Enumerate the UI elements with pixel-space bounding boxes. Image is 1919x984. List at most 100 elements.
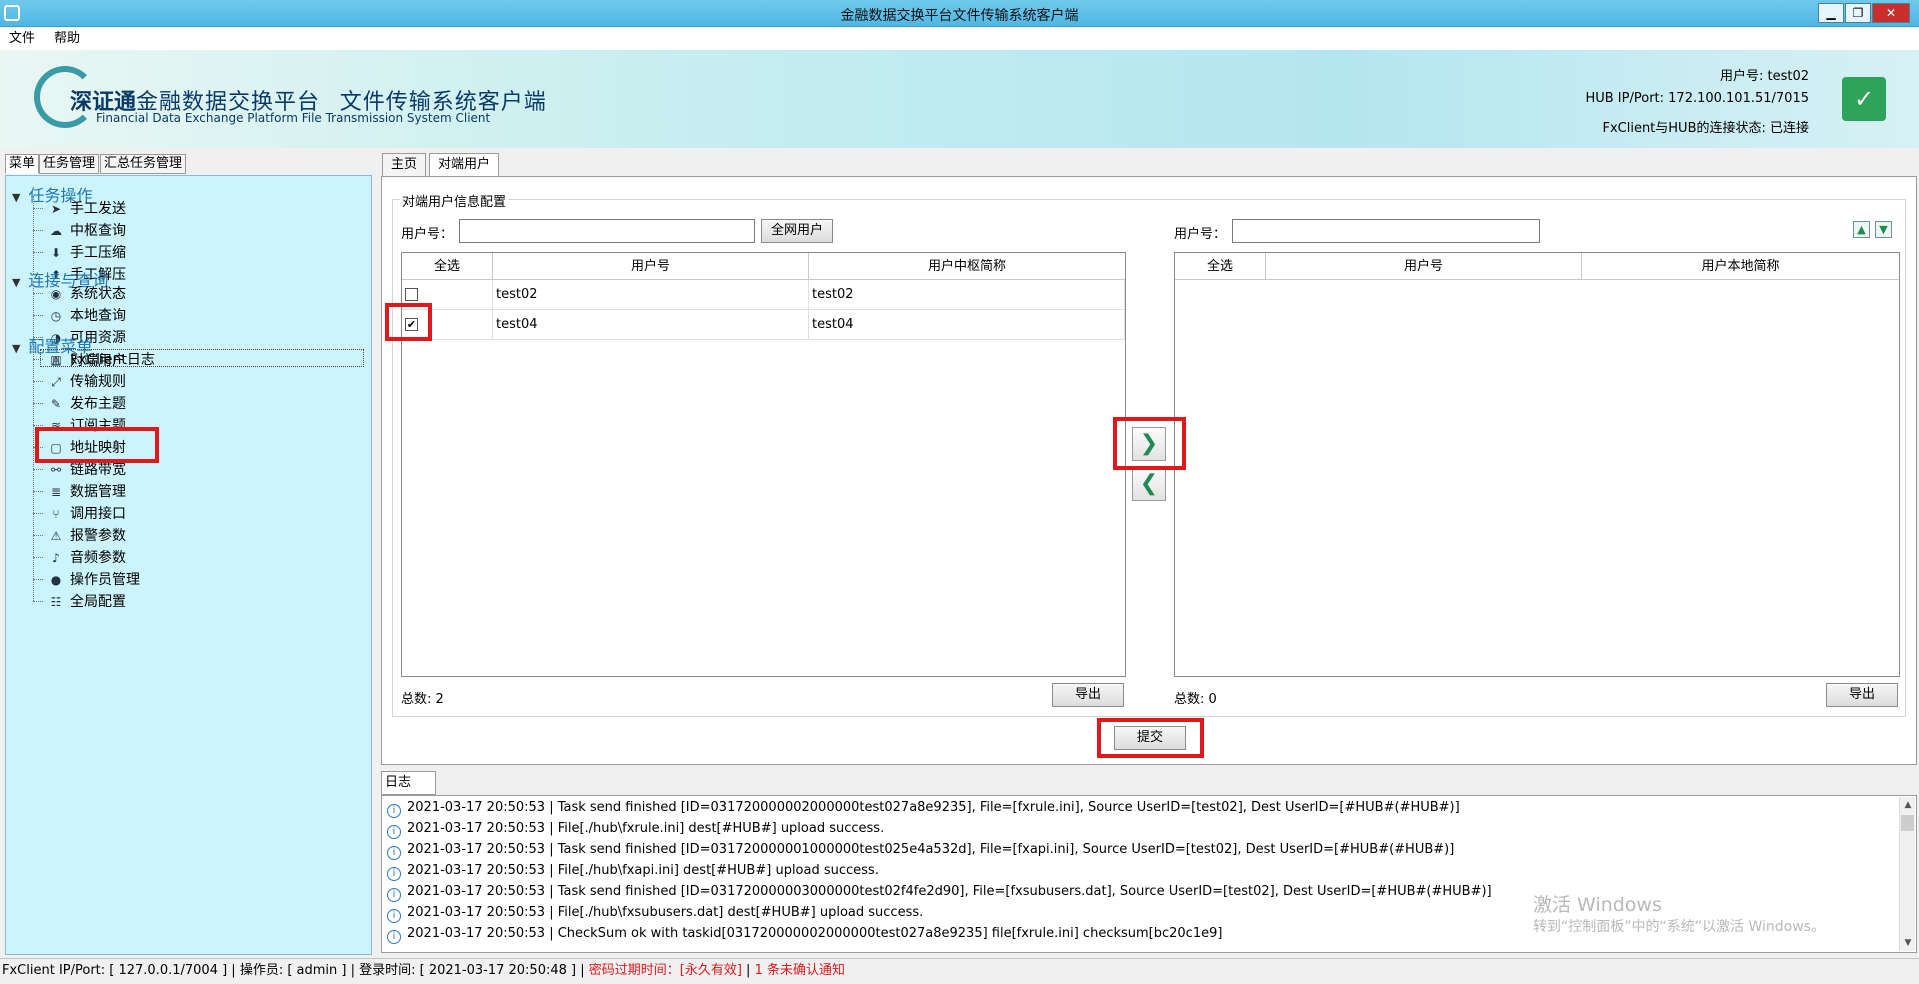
tree-item[interactable]: ♙ 对端用户 [40, 349, 364, 369]
left-col-user-id[interactable]: 用户号 [493, 253, 809, 280]
status-bar: FxClient IP/Port: [ 127.0.0.1/7004 ] | 操… [0, 958, 1919, 984]
row-checkbox[interactable] [405, 288, 418, 301]
scroll-up-arrow-icon[interactable]: ▲ [1900, 797, 1916, 813]
tree-connector [33, 557, 43, 558]
right-col-select-all[interactable]: 全选 [1175, 253, 1266, 280]
tree-item[interactable]: ⬇ 手工压缩 [48, 242, 126, 261]
header-hub: HUB IP/Port: 172.100.101.51/7015 [1585, 91, 1809, 106]
tree-connector [33, 252, 43, 253]
peer-user-panel: 对端用户信息配置 用户号： 全网用户 全选 用户号 用户中枢简称 test02 t… [381, 176, 1917, 765]
tree-connector [33, 315, 43, 316]
move-left-button[interactable]: ❮ [1132, 467, 1166, 501]
collapse-triangle-icon[interactable]: ▼ [12, 342, 20, 355]
status-notice[interactable]: 1 条未确认通知 [755, 963, 845, 978]
activation-watermark-title: 激活 Windows [1533, 894, 1662, 916]
sort-down-button[interactable]: ▼ [1875, 221, 1892, 238]
tree-item[interactable]: ● 操作员管理 [48, 569, 140, 588]
window-title: 金融数据交换平台文件传输系统客户端 [840, 8, 1079, 24]
tree-item[interactable]: ➤ 手工发送 [48, 198, 126, 217]
menu-help[interactable]: 帮助 [54, 28, 80, 50]
right-col-local-abbr[interactable]: 用户本地简称 [1582, 253, 1899, 280]
tab-home[interactable]: 主页 [382, 153, 427, 177]
left-user-grid: 全选 用户号 用户中枢简称 test02 test02 ✔ test04 test04 [401, 252, 1126, 677]
tree-item-label: 数据管理 [70, 484, 126, 500]
tree-item-label: 系统状态 [70, 286, 126, 302]
row-hub-abbr[interactable]: test02 [809, 280, 1125, 310]
log-scrollbar[interactable]: ▲ ▼ [1899, 797, 1915, 951]
tree-item[interactable]: ☷ 全局配置 [48, 591, 126, 610]
row-user-id[interactable]: test04 [493, 310, 809, 340]
tree-item[interactable]: ✎ 发布主题 [48, 393, 126, 412]
log-entry[interactable]: i 2021-03-17 20:50:53 | CheckSum ok with … [387, 924, 1222, 944]
row-hub-abbr[interactable]: test04 [809, 310, 1125, 340]
edit-icon: ✎ [50, 397, 62, 411]
tree-item[interactable]: ⚠ 报警参数 [48, 525, 126, 544]
left-col-hub-abbr[interactable]: 用户中枢简称 [809, 253, 1125, 280]
audio-icon: ♪ [52, 551, 60, 565]
collapse-triangle-icon[interactable]: ▼ [12, 276, 20, 289]
tree-item[interactable]: ♪ 音频参数 [48, 547, 126, 566]
tree-item[interactable]: ≣ 数据管理 [48, 481, 126, 500]
left-col-select-all[interactable]: 全选 [402, 253, 493, 280]
status-info: FxClient IP/Port: [ 127.0.0.1/7004 ] | 操… [2, 963, 589, 978]
tree-item[interactable]: ⤢ 传输规则 [48, 371, 126, 390]
left-total: 总数: 2 [401, 692, 444, 707]
tree-item[interactable]: ◷ 本地查询 [48, 305, 126, 324]
history-icon: ◷ [50, 309, 62, 323]
tree-item[interactable]: ⑂ 调用接口 [48, 503, 126, 522]
user-icon: ♙ [50, 354, 62, 368]
log-entry[interactable]: i 2021-03-17 20:50:53 | File[./hub\fxsubu… [387, 903, 923, 923]
tree-item[interactable]: ◉ 系统状态 [48, 283, 126, 302]
right-user-input[interactable] [1232, 219, 1540, 243]
collapse-triangle-icon[interactable]: ▼ [12, 191, 20, 204]
left-user-input[interactable] [459, 219, 755, 243]
tree-item-label: 本地查询 [70, 308, 126, 324]
log-text: 2021-03-17 20:50:53 | Task send finished… [407, 800, 1460, 815]
sort-up-button[interactable]: ▲ [1853, 221, 1870, 238]
tree-item-label: 对端用户 [70, 353, 126, 369]
log-entry[interactable]: i 2021-03-17 20:50:53 | Task send finishe… [387, 882, 1492, 902]
tree-item-label: 发布主题 [70, 396, 126, 412]
menu-file[interactable]: 文件 [9, 28, 35, 50]
tab-task-management[interactable]: 任务管理 [39, 154, 100, 174]
tab-log[interactable]: 日志(72) [381, 771, 436, 812]
highlight-move-right [1113, 417, 1186, 470]
database-icon: ≣ [50, 485, 62, 499]
right-col-user-id[interactable]: 用户号 [1266, 253, 1582, 280]
send-icon: ➤ [50, 202, 62, 216]
tree-item-label: 操作员管理 [70, 572, 140, 588]
right-export-button[interactable]: 导出 [1826, 683, 1898, 707]
log-text: 2021-03-17 20:50:53 | File[./hub\fxapi.i… [407, 863, 879, 878]
compress-icon: ⬇ [50, 246, 62, 260]
tab-menu[interactable]: 菜单 [5, 154, 40, 174]
tree-item-label: 链路带宽 [70, 462, 126, 478]
tree-item-label: 传输规则 [70, 374, 126, 390]
tree-item[interactable]: ☁ 中枢查询 [48, 220, 126, 239]
activation-watermark-text: 转到“控制面板”中的“系统”以激活 Windows。 [1533, 919, 1825, 935]
log-entry[interactable]: i 2021-03-17 20:50:53 | File[./hub\fxapi.… [387, 861, 879, 881]
log-entry[interactable]: i 2021-03-17 20:50:53 | Task send finishe… [387, 840, 1454, 860]
tab-peer-users[interactable]: 对端用户 [429, 153, 500, 178]
log-text: 2021-03-17 20:50:53 | Task send finished… [407, 842, 1455, 857]
operator-icon: ● [50, 573, 62, 587]
logo-subtitle: Financial Data Exchange Platform File Tr… [96, 111, 491, 125]
right-user-grid: 全选 用户号 用户本地简称 [1174, 252, 1900, 677]
tab-summary-task-management[interactable]: 汇总任务管理 [100, 154, 187, 174]
all-users-button[interactable]: 全网用户 [761, 219, 833, 243]
scroll-down-arrow-icon[interactable]: ▼ [1900, 935, 1916, 951]
right-total: 总数: 0 [1174, 692, 1217, 707]
close-button[interactable]: ✕ [1872, 3, 1910, 23]
log-entry[interactable]: i 2021-03-17 20:50:53 | File[./hub\fxrule… [387, 819, 884, 839]
restore-button[interactable]: ❐ [1845, 3, 1871, 23]
info-icon: i [387, 867, 401, 881]
header-user-id: 用户号: test02 [1719, 69, 1809, 84]
log-entry[interactable]: i 2021-03-17 20:50:53 | Task send finishe… [387, 798, 1460, 818]
left-export-button[interactable]: 导出 [1052, 683, 1124, 707]
tree-connector [33, 381, 43, 382]
minimize-button[interactable]: ▁ [1818, 3, 1844, 23]
tree-connector [33, 513, 43, 514]
row-user-id[interactable]: test02 [493, 280, 809, 310]
tree-item-label: 中枢查询 [70, 223, 126, 239]
scroll-thumb[interactable] [1901, 815, 1914, 831]
header-connection-status: FxClient与HUB的连接状态: 已连接 [1602, 121, 1809, 136]
